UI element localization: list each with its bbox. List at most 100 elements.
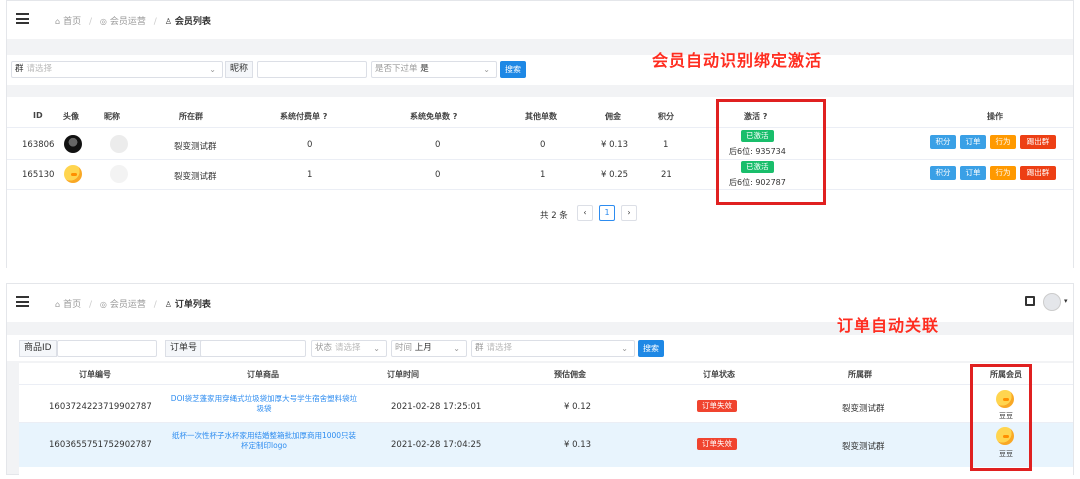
home-icon: ⌂ (55, 17, 61, 26)
order-group: 裂变测试群 (842, 404, 885, 414)
paid-count: 1 (307, 170, 313, 180)
commission: ¥ 0.25 (601, 170, 629, 180)
col-actions: 操作 (987, 112, 1003, 121)
col-points: 积分 (658, 112, 674, 121)
avatar (110, 165, 128, 183)
breadcrumb-member-ops[interactable]: 会员运营 (110, 300, 146, 310)
next-page-button[interactable]: › (621, 205, 637, 221)
order-no-label: 订单号 (165, 340, 203, 357)
fullscreen-icon[interactable] (1025, 296, 1035, 306)
home-icon: ⌂ (55, 300, 61, 309)
kick-button[interactable]: 踢出群 (1020, 135, 1056, 149)
search-button[interactable]: 搜索 (638, 340, 664, 357)
col-goods: 订单商品 (247, 370, 279, 379)
behavior-button[interactable]: 行为 (990, 135, 1016, 149)
col-status: 订单状态 (703, 370, 735, 379)
chevron-down-icon: ⌄ (453, 344, 460, 353)
breadcrumb-member-ops[interactable]: 会员运营 (110, 17, 146, 27)
col-commission: 预估佣金 (554, 370, 586, 379)
annotation-activate: 会员自动识别绑定激活 (652, 51, 823, 70)
breadcrumb-home[interactable]: 首页 (63, 300, 81, 310)
breadcrumb-current: 会员列表 (174, 17, 211, 27)
order-no: 1603724223719902787 (49, 402, 152, 412)
points: 21 (661, 170, 672, 180)
other-count: 1 (540, 170, 546, 180)
menu-icon[interactable] (16, 13, 29, 24)
kick-button[interactable]: 踢出群 (1020, 166, 1056, 180)
col-nick: 昵称 (104, 112, 120, 121)
member-id: 165130 (22, 170, 55, 180)
highlight-box (716, 99, 826, 205)
col-id: ID (33, 111, 43, 120)
free-count: 0 (435, 170, 441, 180)
member-icon: ♙ (164, 17, 172, 26)
prev-page-button[interactable]: ‹ (577, 205, 593, 221)
compass-icon: ◎ (99, 17, 107, 26)
filter-bar: 商品ID 订单号 状态 请选择 ⌄ 时间 上月 ⌄ 群请选择 ⌄ 搜索 (7, 335, 1073, 361)
col-avatar: 头像 (63, 112, 79, 121)
ordered-select[interactable]: 是否下过单 是 ⌄ (371, 61, 497, 78)
menu-icon[interactable] (16, 296, 29, 307)
col-free: 系统免单数 ? (410, 112, 458, 121)
commission: ¥ 0.13 (564, 440, 592, 450)
chevron-down-icon: ⌄ (209, 65, 216, 74)
annotation-order-link: 订单自动关联 (837, 316, 940, 335)
orders-button[interactable]: 订单 (960, 135, 986, 149)
member-table: ID 头像 昵称 所在群 系统付费单 ? 系统免单数 ? 其他单数 佣金 积分 … (7, 97, 1073, 268)
status-badge: 订单失效 (697, 438, 737, 450)
avatar (110, 135, 128, 153)
commission: ¥ 0.12 (564, 402, 592, 412)
order-table: 订单编号 订单商品 订单时间 预估佣金 订单状态 所属群 所属会员 160372… (19, 363, 1073, 475)
group-select[interactable]: 群请选择 ⌄ (11, 61, 223, 78)
search-button[interactable]: 搜索 (500, 61, 526, 78)
top-bar: ⌂ 首页 / ◎ 会员运营 / ♙ 会员列表 (7, 1, 1073, 39)
chevron-down-icon: ⌄ (483, 65, 490, 74)
col-group: 所在群 (179, 112, 203, 121)
pager-total: 共 2 条 (540, 211, 568, 221)
free-count: 0 (435, 140, 441, 150)
breadcrumb: ⌂ 首页 / ◎ 会员运营 / ♙ 订单列表 (55, 300, 211, 310)
member-group: 裂变测试群 (174, 172, 217, 182)
order-time: 2021-02-28 17:25:01 (391, 402, 482, 412)
col-order-no: 订单编号 (79, 370, 111, 379)
caret-down-icon[interactable]: ▾ (1064, 297, 1068, 305)
group-select[interactable]: 群请选择 ⌄ (471, 340, 635, 357)
goods-link[interactable]: 纸杯一次性杯子水杯家用结婚整箱批加厚商用1000只装杯定制印logo (169, 431, 359, 451)
status-select[interactable]: 状态 请选择 ⌄ (311, 340, 387, 357)
breadcrumb: ⌂ 首页 / ◎ 会员运营 / ♙ 会员列表 (55, 17, 211, 27)
page-1-button[interactable]: 1 (599, 205, 615, 221)
avatar (64, 165, 82, 183)
col-commission: 佣金 (605, 112, 621, 121)
order-no: 1603655751752902787 (49, 440, 152, 450)
points-button[interactable]: 积分 (930, 135, 956, 149)
commission: ¥ 0.13 (601, 140, 629, 150)
order-list-panel: ⌂ 首页 / ◎ 会员运营 / ♙ 订单列表 ▾ 商品ID 订单号 状态 请选择 ⌄ 时… (6, 283, 1074, 475)
order-group: 裂变测试群 (842, 442, 885, 452)
filter-bar: 群请选择 ⌄ 昵称 是否下过单 是 ⌄ 搜索 (7, 55, 1073, 85)
order-no-input[interactable] (200, 340, 306, 357)
status-badge: 订单失效 (697, 400, 737, 412)
nick-input[interactable] (257, 61, 367, 78)
goods-link[interactable]: DOI袋芝蓬家用穿绳式垃圾袋加厚大号学生宿舍塑料袋垃圾袋 (169, 394, 359, 414)
member-list-panel: ⌂ 首页 / ◎ 会员运营 / ♙ 会员列表 群请选择 ⌄ 昵称 是否下过单 是 ⌄ … (6, 0, 1074, 268)
avatar[interactable] (1043, 293, 1061, 311)
paid-count: 0 (307, 140, 313, 150)
breadcrumb-current: 订单列表 (174, 300, 211, 310)
member-icon: ♙ (164, 300, 172, 309)
orders-button[interactable]: 订单 (960, 166, 986, 180)
breadcrumb-home[interactable]: 首页 (63, 17, 81, 27)
chevron-down-icon: ⌄ (373, 344, 380, 353)
goods-id-input[interactable] (57, 340, 157, 357)
member-group: 裂变测试群 (174, 142, 217, 152)
col-time: 订单时间 (387, 370, 419, 379)
time-select[interactable]: 时间 上月 ⌄ (391, 340, 467, 357)
col-group: 所属群 (848, 370, 872, 379)
nick-label: 昵称 (225, 61, 254, 78)
points-button[interactable]: 积分 (930, 166, 956, 180)
chevron-down-icon: ⌄ (621, 344, 628, 353)
behavior-button[interactable]: 行为 (990, 166, 1016, 180)
order-time: 2021-02-28 17:04:25 (391, 440, 482, 450)
col-other: 其他单数 (525, 112, 557, 121)
compass-icon: ◎ (99, 300, 107, 309)
col-paid: 系统付费单 ? (280, 112, 328, 121)
